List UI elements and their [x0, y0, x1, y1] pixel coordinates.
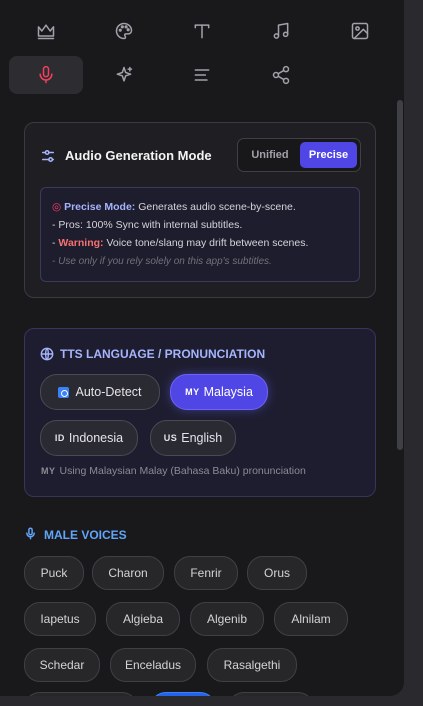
lang-auto-detect[interactable]: Auto-Detect [40, 374, 160, 410]
share-icon [272, 65, 290, 85]
music-icon [273, 22, 289, 39]
scrollbar[interactable] [396, 100, 404, 696]
info-line-1: ◎ Precise Mode: Generates audio scene-by… [52, 201, 296, 213]
target-icon: ◎ [52, 201, 62, 213]
image-icon [351, 22, 369, 40]
mode-segmented-control: Unified Precise [237, 138, 361, 172]
male-voices-title: MALE VOICES [44, 528, 127, 542]
audio-mode-card: Audio Generation Mode Unified Precise ◎ … [24, 122, 376, 298]
lang-indonesia[interactable]: ID Indonesia [40, 420, 138, 456]
crown-icon [37, 24, 55, 40]
tool-align[interactable] [165, 56, 239, 94]
tool-palette[interactable] [87, 12, 161, 50]
settings-content: Audio Generation Mode Unified Precise ◎ … [0, 100, 396, 696]
voice-chip-partial[interactable] [228, 692, 314, 696]
sparkles-icon [116, 66, 133, 82]
auto-detect-icon [58, 386, 70, 398]
tool-crown[interactable] [9, 12, 83, 50]
palette-icon [115, 22, 133, 40]
tool-image[interactable] [323, 12, 397, 50]
voice-chip[interactable]: Rasalgethi [207, 648, 297, 682]
info-line-3: - Warning: Voice tone/slang may drift be… [52, 237, 309, 249]
scrollbar-thumb[interactable] [397, 100, 403, 450]
lang-malaysia[interactable]: MY Malaysia [170, 374, 268, 410]
tool-toolbar [0, 0, 404, 100]
voice-chip-partial-selected[interactable] [150, 692, 216, 696]
voice-chip[interactable]: Puck [24, 556, 84, 590]
info-line-4: - Use only if you rely solely on this ap… [52, 256, 272, 267]
editor-panel: Audio Generation Mode Unified Precise ◎ … [0, 0, 404, 696]
voice-chip[interactable]: Fenrir [174, 556, 238, 590]
voice-chip[interactable]: Charon [92, 556, 164, 590]
microphone-small-icon [24, 527, 37, 545]
voice-chip[interactable]: Orus [247, 556, 307, 590]
tts-language-title: TTS LANGUAGE / PRONUNCIATION [60, 347, 266, 361]
mode-info-box: ◎ Precise Mode: Generates audio scene-by… [40, 187, 360, 282]
microphone-icon [39, 65, 53, 84]
tool-microphone[interactable] [9, 56, 83, 94]
tool-text[interactable] [165, 12, 239, 50]
voice-chip-partial[interactable] [24, 692, 138, 696]
tool-share[interactable] [244, 56, 318, 94]
voice-chip[interactable]: Algenib [190, 602, 264, 636]
audio-mode-title: Audio Generation Mode [65, 148, 212, 163]
voice-chip[interactable]: Iapetus [24, 602, 96, 636]
lang-english[interactable]: US English [150, 420, 236, 456]
tool-music[interactable] [244, 12, 318, 50]
voice-chip[interactable]: Alnilam [274, 602, 348, 636]
language-note: MY Using Malaysian Malay (Bahasa Baku) pr… [41, 465, 306, 477]
globe-icon [40, 347, 54, 366]
info-line-2: - Pros: 100% Sync with internal subtitle… [52, 219, 243, 231]
sliders-icon [41, 149, 55, 168]
voice-chip[interactable]: Schedar [24, 648, 100, 682]
text-icon [194, 24, 210, 39]
tts-language-card: TTS LANGUAGE / PRONUNCIATION Auto-Detect… [24, 328, 376, 497]
voice-chip[interactable]: Algieba [106, 602, 180, 636]
align-left-icon [194, 69, 210, 81]
tool-sparkles[interactable] [87, 56, 161, 94]
mode-precise-button[interactable]: Precise [300, 142, 357, 168]
voice-chip[interactable]: Enceladus [110, 648, 196, 682]
mode-unified-button[interactable]: Unified [241, 142, 299, 168]
